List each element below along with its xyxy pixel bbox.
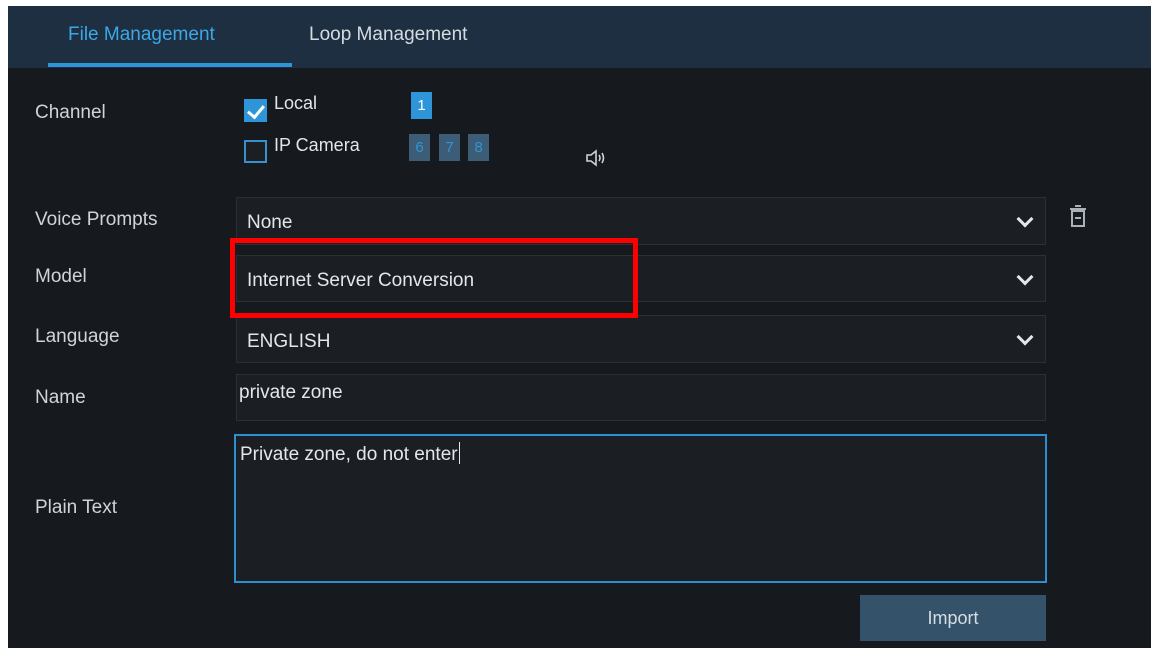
voice-prompts-value: None: [247, 212, 293, 233]
chevron-down-icon: [1016, 210, 1034, 228]
model-label: Model: [35, 266, 87, 287]
text-caret: [458, 442, 460, 464]
local-channel-1-button[interactable]: 1: [411, 92, 432, 119]
channel-label: Channel: [35, 102, 106, 123]
tab-loop-management[interactable]: Loop Management: [309, 24, 467, 46]
speaker-icon[interactable]: [585, 148, 607, 173]
ip-camera-label: IP Camera: [274, 135, 360, 155]
plain-text-label: Plain Text: [35, 497, 118, 518]
language-label: Language: [35, 326, 120, 347]
name-label: Name: [35, 387, 86, 408]
ip-camera-checkbox[interactable]: [244, 140, 267, 163]
highlight-box: [230, 238, 638, 318]
voice-prompts-label: Voice Prompts: [35, 209, 158, 230]
tab-bar: File Management Loop Management: [8, 6, 1151, 68]
ip-channel-7-button[interactable]: 7: [439, 134, 460, 161]
active-tab-indicator: [48, 63, 292, 67]
ip-channel-6-button[interactable]: 6: [409, 134, 430, 161]
plain-text-textarea[interactable]: Private zone, do not enter: [234, 434, 1047, 583]
local-checkbox[interactable]: [244, 99, 267, 122]
local-label: Local: [274, 93, 318, 113]
plain-text-value: Private zone, do not enter: [240, 444, 458, 465]
chevron-down-icon: [1016, 268, 1034, 286]
plain-text-value-wrap: Private zone, do not enter: [240, 442, 460, 466]
trash-icon[interactable]: [1068, 204, 1088, 233]
tab-file-management[interactable]: File Management: [68, 24, 215, 46]
language-select[interactable]: ENGLISH: [236, 315, 1046, 363]
settings-panel: File Management Loop Management Channel …: [8, 6, 1151, 648]
import-button[interactable]: Import: [860, 595, 1046, 641]
name-value: private zone: [239, 382, 343, 403]
name-input[interactable]: private zone: [236, 374, 1046, 421]
ip-channel-8-button[interactable]: 8: [468, 134, 489, 161]
chevron-down-icon: [1016, 328, 1034, 346]
language-value: ENGLISH: [247, 331, 331, 352]
